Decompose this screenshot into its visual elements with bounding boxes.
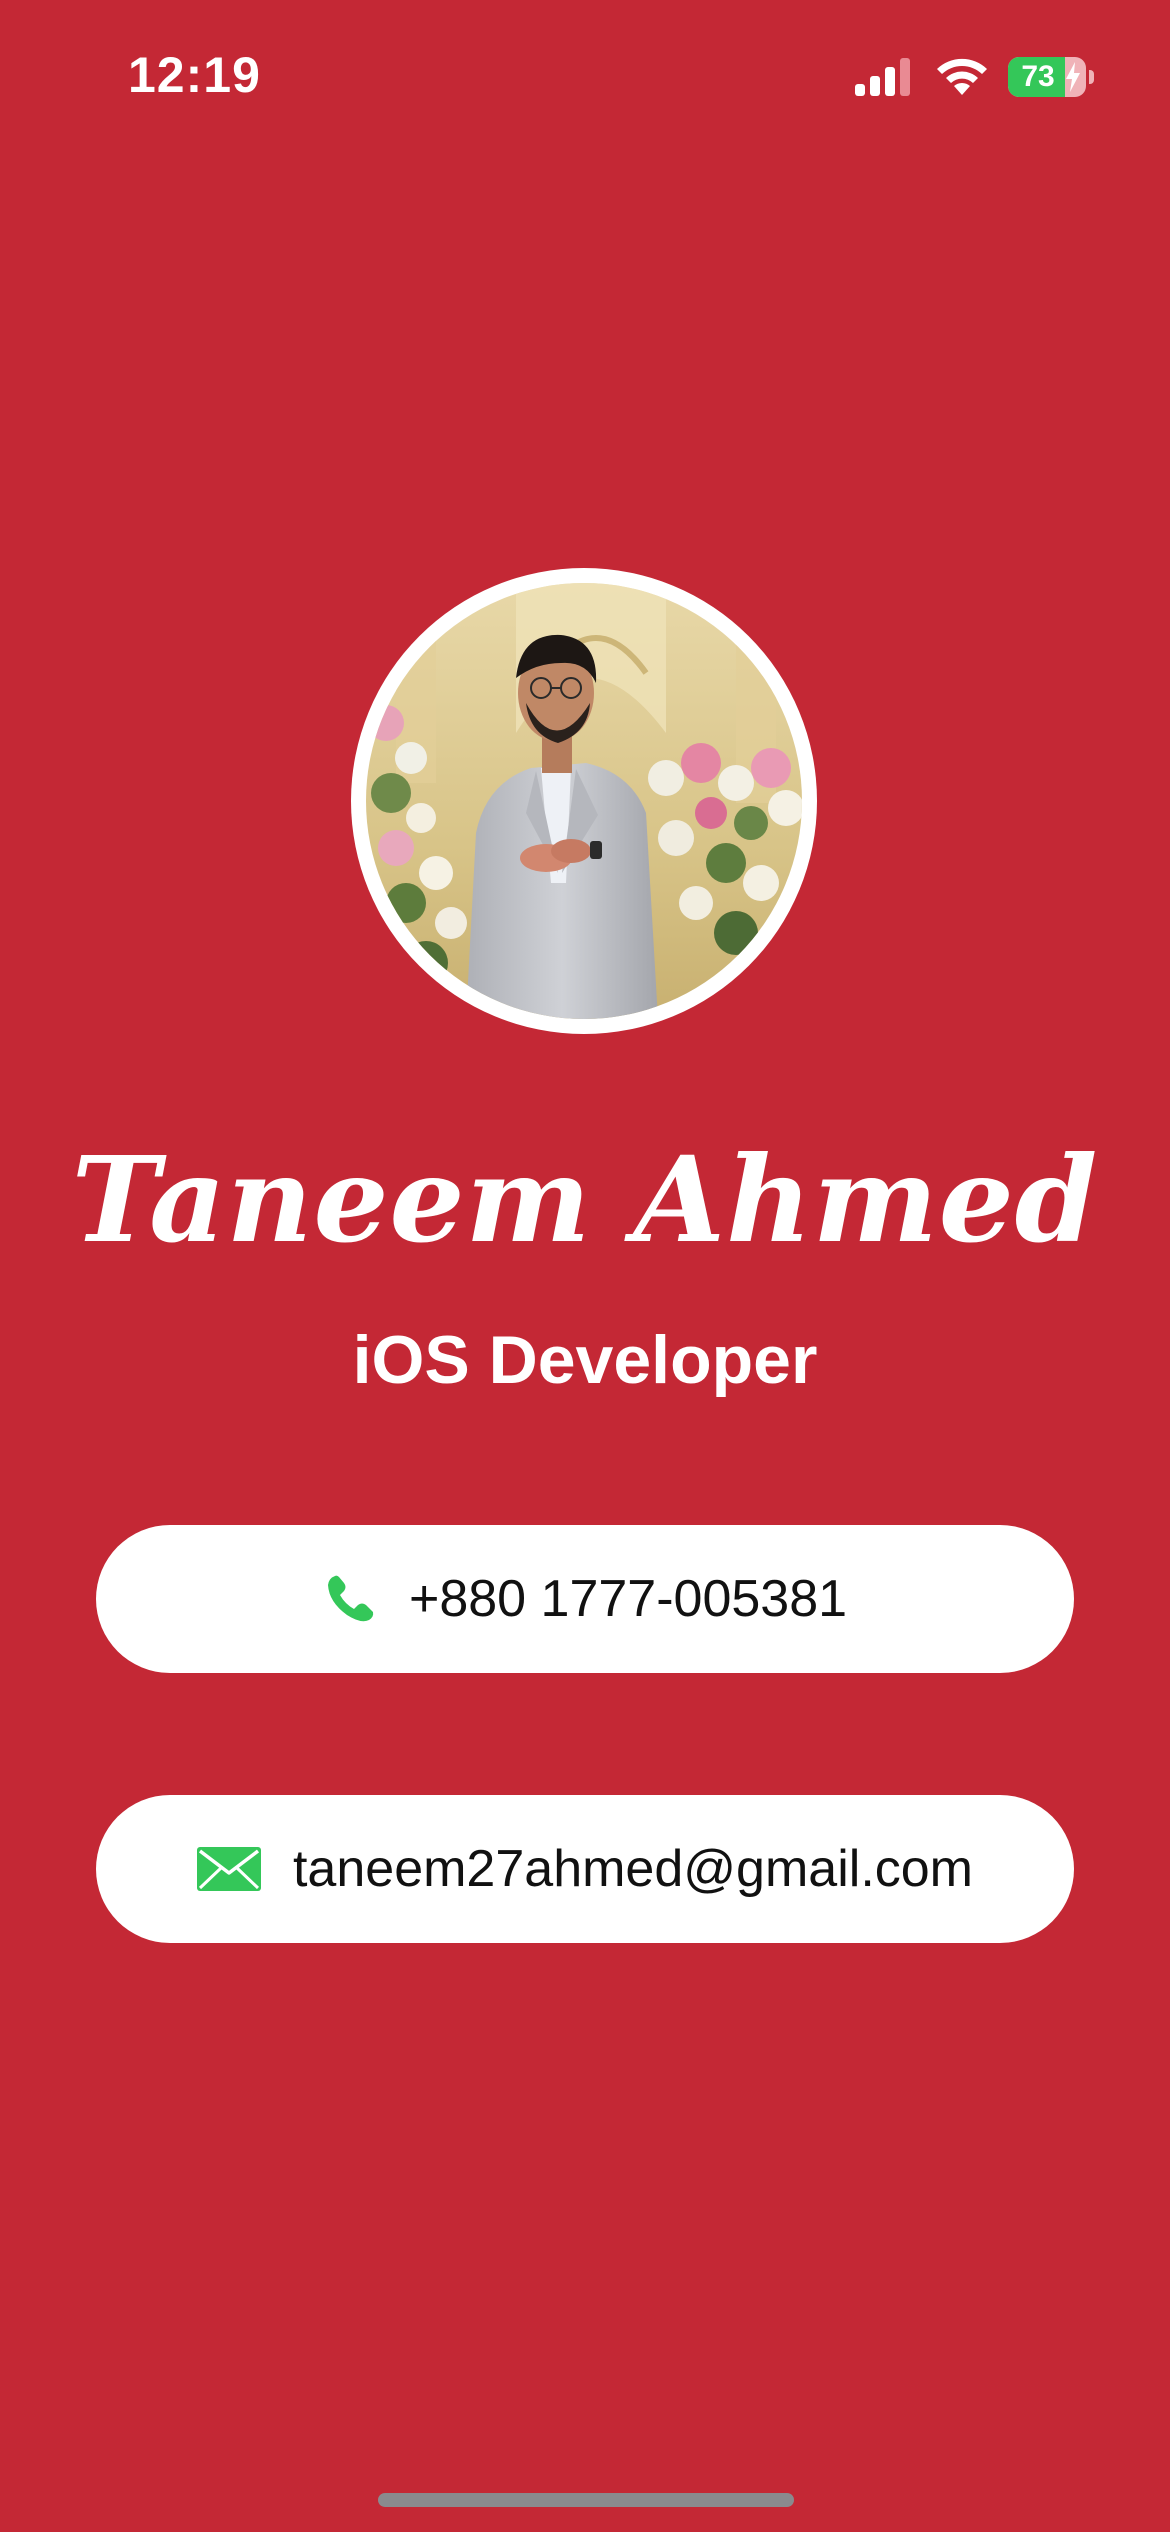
home-indicator[interactable] [378,2493,794,2507]
battery-percentage: 73 [1021,60,1055,93]
profile-role: iOS Developer [352,1322,818,1398]
phone-number-text: +880 1777-005381 [408,1570,848,1628]
phone-icon [327,1575,374,1622]
charging-bolt-icon [1066,62,1080,92]
battery-tip [1089,70,1094,84]
profile-avatar [351,568,817,1034]
email-address-text: taneem27ahmed@gmail.com [292,1840,973,1898]
profile-photo [366,583,802,1019]
envelope-icon [196,1847,261,1891]
status-time: 12:19 [128,47,261,103]
cellular-signal-icon [855,58,910,96]
profile-name: Taneem Ahmed [71,1130,1099,1269]
phone-contact-button[interactable]: +880 1777-005381 [96,1525,1074,1673]
wifi-icon [937,58,987,95]
email-contact-button[interactable]: taneem27ahmed@gmail.com [96,1795,1074,1943]
battery-charging-icon: 73 [1008,57,1086,97]
business-card-screen: 12:19 73 Taneem Ahmed iOS Developer +880… [0,0,1170,2532]
